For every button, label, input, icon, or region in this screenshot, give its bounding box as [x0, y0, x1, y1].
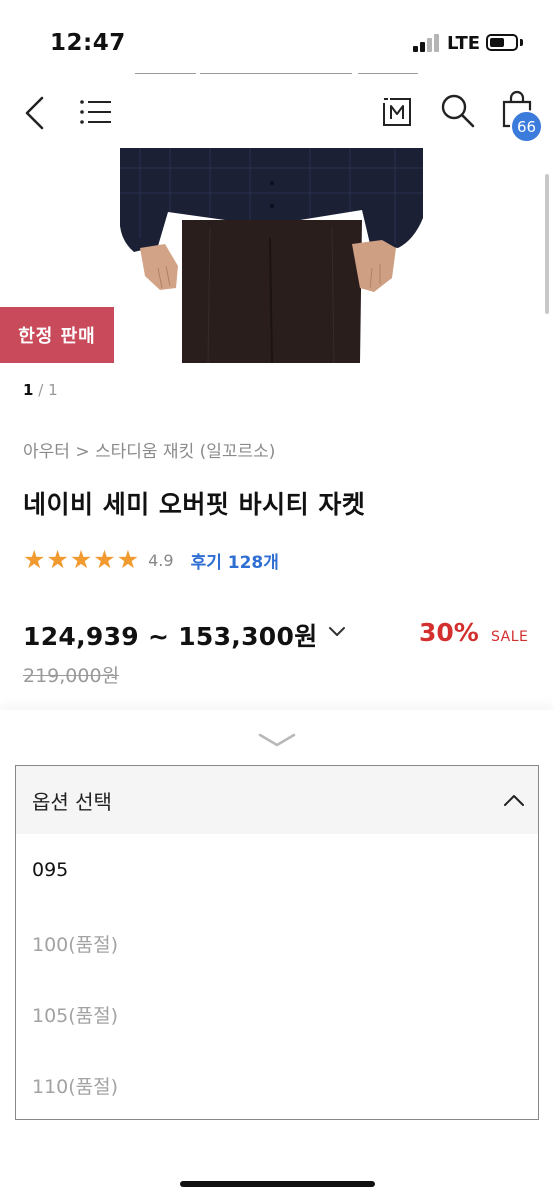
status-time: 12:47 [50, 30, 126, 56]
battery-cap [520, 39, 523, 46]
status-bar: 12:47 LTE [0, 0, 554, 70]
star-icon: ★ [69, 545, 93, 574]
cart-count-badge: 66 [510, 110, 543, 143]
battery-icon [486, 34, 518, 51]
scroll-indicator [358, 73, 418, 74]
home-indicator[interactable] [180, 1181, 375, 1187]
option-item-095[interactable]: 095 [32, 859, 68, 881]
rating-value: 4.9 [148, 550, 174, 570]
sheet-collapse-chevron-icon[interactable] [257, 730, 297, 750]
scroll-indicator [200, 73, 352, 74]
option-item-105-soldout[interactable]: 105(품절) [32, 1001, 118, 1028]
pager-current: 1 [23, 381, 34, 399]
product-title: 네이비 세미 오버핏 바시티 자켓 [23, 490, 366, 519]
limited-sale-badge: 한정 판매 [0, 307, 114, 363]
app-header [0, 78, 554, 148]
scroll-indicator [135, 73, 196, 74]
cellular-signal-icon [413, 34, 441, 52]
price-range: 124,939 ~ 153,300원 [23, 622, 318, 651]
pager-separator: / [38, 381, 44, 399]
option-item-110-soldout[interactable]: 110(품절) [32, 1072, 118, 1099]
image-pager: 1 / 1 [23, 381, 58, 399]
star-icon: ★ [93, 545, 116, 574]
chevron-down-icon[interactable] [327, 622, 347, 642]
star-icon: ★ [23, 545, 46, 574]
product-rating: ★ ★ ★ ★ ★ 4.9 후기 128개 [23, 546, 279, 574]
star-icon: ★ [46, 545, 69, 574]
membership-m-icon[interactable] [380, 95, 416, 129]
chevron-up-icon[interactable] [502, 790, 526, 810]
rating-stars: ★ ★ ★ ★ ★ [23, 546, 140, 574]
menu-icon[interactable] [79, 98, 113, 126]
discount-rate: 30% [419, 618, 479, 647]
option-select-label: 옵션 선택 [32, 790, 112, 814]
option-item-100-soldout[interactable]: 100(품절) [32, 930, 118, 957]
review-count-link[interactable]: 후기 128개 [191, 548, 279, 573]
star-icon: ★ [116, 545, 140, 574]
original-price: 219,000원 [23, 665, 120, 687]
pager-total: 1 [48, 381, 58, 399]
search-icon[interactable] [440, 93, 476, 129]
sale-label: SALE [491, 629, 529, 645]
category-breadcrumb[interactable]: 아우터 > 스타디움 재킷 (일꼬르소) [23, 437, 275, 462]
network-type: LTE [447, 33, 481, 54]
page-scrollbar[interactable] [545, 174, 549, 314]
back-icon[interactable] [22, 95, 48, 131]
